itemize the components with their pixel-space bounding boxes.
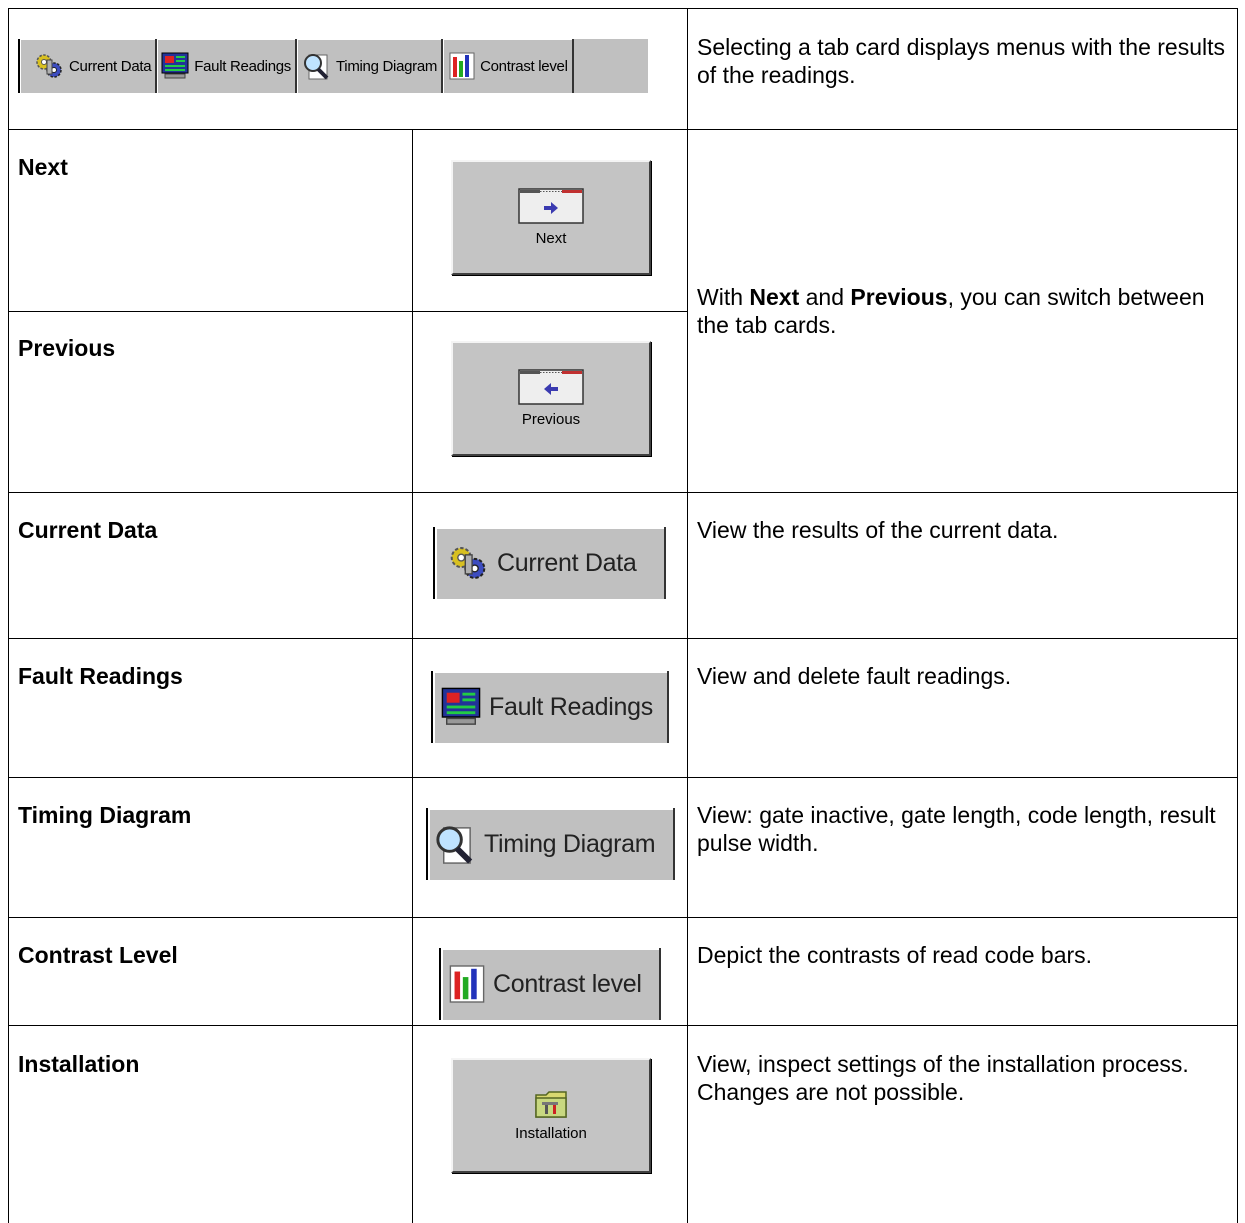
current-data-tab-image[interactable]: Current Data [433,527,666,599]
window-arrow-right-icon [518,188,584,224]
tab-caption: Contrast level [493,969,642,998]
row-divider [8,311,688,312]
previous-button[interactable]: Previous [451,341,651,456]
row-label-previous: Previous [18,335,116,361]
column-divider-right [687,8,688,1223]
contrast-level-description: Depict the contrasts of read code bars. [697,942,1093,968]
timing-diagram-description: View: gate inactive, gate length, code l… [697,802,1216,856]
description-text: With [697,284,750,310]
installation-button[interactable]: Installation [451,1058,651,1173]
folder-tools-icon [534,1089,568,1119]
table-border-top [8,8,1238,9]
tab-caption: Fault Readings [489,692,653,721]
tab-label: Fault Readings [194,57,291,75]
button-caption: Installation [515,1125,587,1142]
magnifier-document-icon [301,51,331,81]
next-button[interactable]: Next [451,160,651,275]
row-divider [8,917,1238,918]
tab-caption: Timing Diagram [484,829,656,858]
tab-label: Contrast level [480,57,568,75]
column-divider-left [412,129,413,1223]
table-border-left [8,8,9,1223]
contrast-level-tab-image[interactable]: Contrast level [439,948,661,1020]
row-label-installation: Installation [18,1051,140,1077]
current-data-description: View the results of the current data. [697,517,1059,543]
tab-fault-readings[interactable]: Fault Readings [157,39,297,93]
row-divider [8,638,1238,639]
table-border-right [1237,8,1238,1223]
description-bold-next: Next [749,284,800,310]
row-label-fault-readings: Fault Readings [18,663,183,689]
row-divider [8,129,1238,130]
row-divider [8,492,1238,493]
row-label-next: Next [18,154,68,180]
tab-contrast-level[interactable]: Contrast level [443,39,574,93]
magnifier-document-icon [432,822,476,866]
tab-label: Current Data [69,57,152,75]
gears-icon [447,544,489,582]
row-label-current-data: Current Data [18,517,158,543]
tab-timing-diagram[interactable]: Timing Diagram [297,39,444,93]
bar-chart-icon [449,964,485,1004]
row-label-timing-diagram: Timing Diagram [18,802,192,828]
description-bold-previous: Previous [850,284,948,310]
tab-strip: Current Data Fault Readings Timing Diagr… [18,39,648,93]
row-label-contrast-level: Contrast Level [18,942,178,968]
window-arrow-left-icon [518,369,584,405]
installation-description: View, inspect settings of the installati… [697,1051,1189,1105]
row-divider [8,1025,1238,1026]
button-caption: Previous [521,411,581,428]
timing-diagram-tab-image[interactable]: Timing Diagram [426,808,675,880]
gears-icon [34,52,64,80]
button-caption: Next [535,230,567,247]
fault-readings-tab-image[interactable]: Fault Readings [431,671,669,743]
next-previous-description: With Next and Previous, you can switch b… [697,283,1217,339]
row-divider [8,777,1238,778]
bar-chart-icon [449,52,475,80]
tab-label: Timing Diagram [335,57,438,75]
monitor-icon [161,52,189,80]
tab-caption: Current Data [497,548,637,577]
fault-readings-description: View and delete fault readings. [697,663,1012,689]
tab-strip-description: Selecting a tab card displays menus with… [697,34,1225,88]
tab-current-data[interactable]: Current Data [20,39,158,93]
description-text: and [799,284,851,310]
monitor-icon [441,687,481,727]
